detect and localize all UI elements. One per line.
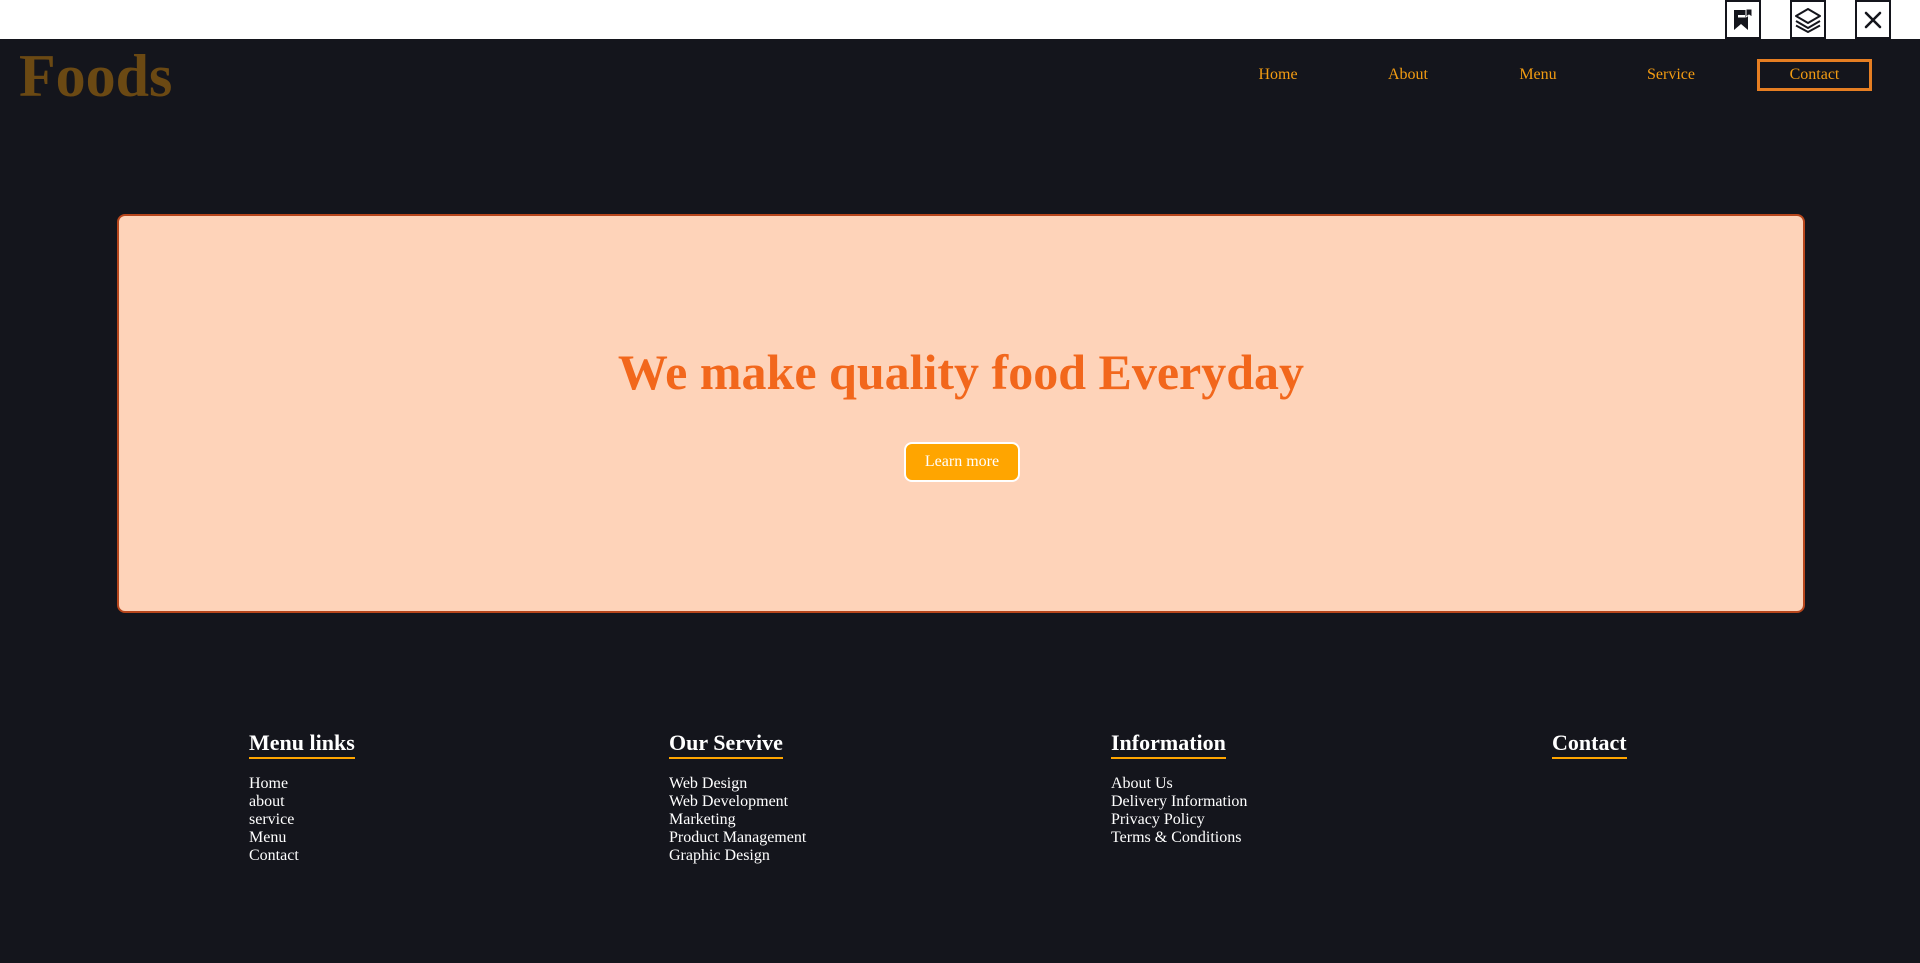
footer-heading: Information <box>1111 730 1226 759</box>
nav-link-home[interactable]: Home <box>1240 59 1316 91</box>
footer-link-list: Web Design Web Development Marketing Pro… <box>669 775 806 865</box>
footer-link-product-management[interactable]: Product Management <box>669 829 806 847</box>
footer-link-graphic-design[interactable]: Graphic Design <box>669 847 806 865</box>
footer-heading: Our Servive <box>669 730 783 759</box>
close-icon <box>1863 10 1883 30</box>
footer-link-web-development[interactable]: Web Development <box>669 793 806 811</box>
footer-link-list: Home about service Menu Contact <box>249 775 355 865</box>
footer-link-contact[interactable]: Contact <box>249 847 355 865</box>
bookmark-icon <box>1730 7 1756 33</box>
footer-link-home[interactable]: Home <box>249 775 355 793</box>
footer-link-marketing[interactable]: Marketing <box>669 811 806 829</box>
footer-heading: Menu links <box>249 730 355 759</box>
footer-link-privacy-policy[interactable]: Privacy Policy <box>1111 811 1247 829</box>
site-logo[interactable]: Foods <box>19 43 172 109</box>
learn-more-button[interactable]: Learn more <box>904 442 1020 482</box>
footer-link-service[interactable]: service <box>249 811 355 829</box>
navbar: Foods Home About Menu Service Contact <box>0 39 1920 111</box>
nav-link-menu[interactable]: Menu <box>1500 59 1576 91</box>
layers-button[interactable] <box>1790 0 1826 39</box>
hero-title: We make quality food Everyday <box>617 344 1305 400</box>
footer-link-about[interactable]: about <box>249 793 355 811</box>
nav-link-contact[interactable]: Contact <box>1757 59 1872 91</box>
footer-link-delivery-information[interactable]: Delivery Information <box>1111 793 1247 811</box>
layers-icon <box>1794 6 1822 34</box>
footer-column-menu-links: Menu links Home about service Menu Conta… <box>249 730 355 865</box>
nav-link-about[interactable]: About <box>1370 59 1446 91</box>
hero-banner: We make quality food Everyday Learn more <box>117 214 1805 613</box>
close-button[interactable] <box>1855 0 1891 39</box>
footer-link-list: About Us Delivery Information Privacy Po… <box>1111 775 1247 847</box>
footer-heading: Contact <box>1552 730 1627 759</box>
footer-link-web-design[interactable]: Web Design <box>669 775 806 793</box>
bookmark-button[interactable] <box>1725 0 1761 39</box>
browser-toolbar <box>0 0 1920 39</box>
footer-link-menu[interactable]: Menu <box>249 829 355 847</box>
footer-column-information: Information About Us Delivery Informatio… <box>1111 730 1247 847</box>
footer-link-terms-conditions[interactable]: Terms & Conditions <box>1111 829 1247 847</box>
footer-column-contact: Contact <box>1552 730 1627 759</box>
footer-link-about-us[interactable]: About Us <box>1111 775 1247 793</box>
footer-column-our-servive: Our Servive Web Design Web Development M… <box>669 730 806 865</box>
nav-link-service[interactable]: Service <box>1633 59 1709 91</box>
